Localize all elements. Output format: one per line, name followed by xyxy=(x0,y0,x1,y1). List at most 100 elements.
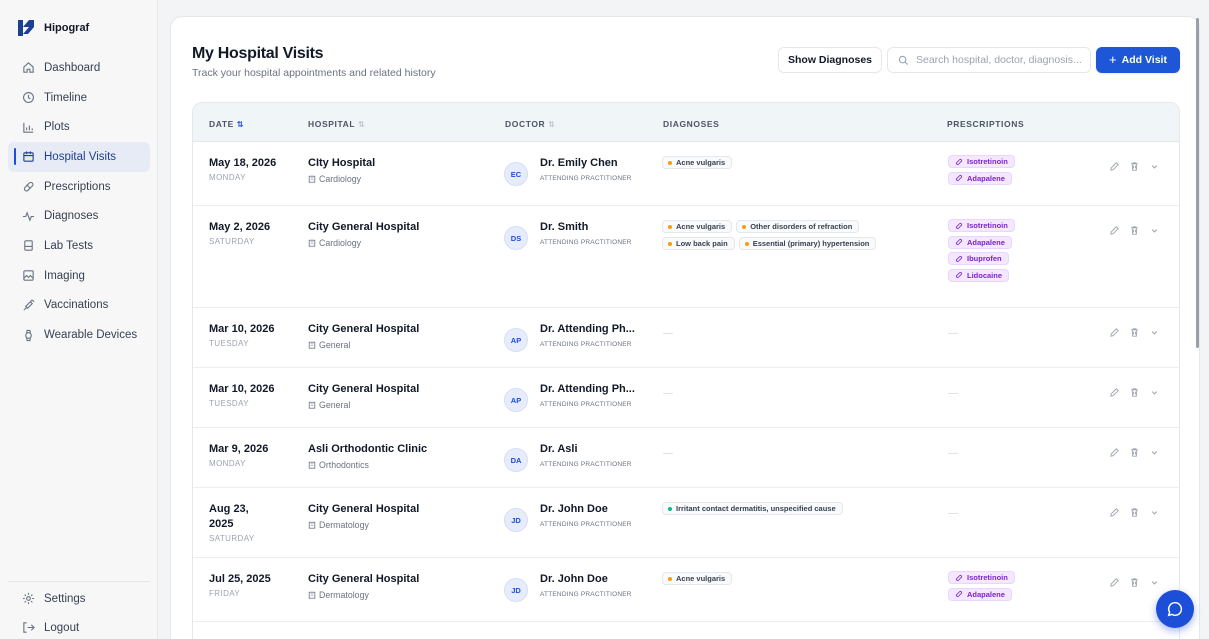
doctor-name: Dr. Emily Chen xyxy=(540,157,618,169)
sidebar-item-diagnoses[interactable]: Diagnoses xyxy=(8,201,150,231)
table-row[interactable]: Jul 25, 2025 FRIDAY City General Hospital… xyxy=(193,558,1179,622)
prescription-chip[interactable]: Adapalene xyxy=(948,235,1012,249)
doctor-name: Dr. John Doe xyxy=(540,573,608,585)
page-title: My Hospital Visits xyxy=(192,45,324,62)
row-actions xyxy=(1109,225,1160,236)
edit-icon[interactable] xyxy=(1109,225,1120,236)
sidebar-item-hospital-visits[interactable]: Hospital Visits xyxy=(8,142,150,172)
sidebar-item-label: Settings xyxy=(44,592,86,605)
doctor-role: ATTENDING PRACTITIONER xyxy=(540,591,632,598)
department: General xyxy=(319,340,351,350)
prescription-chip[interactable]: Isotretinoin xyxy=(948,219,1015,232)
chat-button[interactable] xyxy=(1156,590,1194,628)
search-input[interactable] xyxy=(916,54,1086,66)
doctor-name: Dr. Asli xyxy=(540,443,578,455)
trash-icon[interactable] xyxy=(1129,507,1140,518)
brand[interactable]: Hipograf xyxy=(16,18,89,38)
status-dot xyxy=(668,160,672,165)
empty-prescriptions: — xyxy=(948,328,958,339)
table-row[interactable]: May 18, 2026 MONDAY CIty Hospital Cardiolo… xyxy=(193,142,1179,206)
doctor-role: ATTENDING PRACTITIONER xyxy=(540,521,632,528)
doctor-role: ATTENDING PRACTITIONER xyxy=(540,401,632,408)
chevron-down-icon[interactable] xyxy=(1149,577,1160,588)
edit-icon[interactable] xyxy=(1109,387,1120,398)
sidebar-item-vaccinations[interactable]: Vaccinations xyxy=(8,291,150,321)
sidebar-item-lab-tests[interactable]: Lab Tests xyxy=(8,231,150,261)
table-row[interactable]: Mar 10, 2026 TUESDAY City General Hospita… xyxy=(193,368,1179,428)
visit-date: Jul 25, 2025 xyxy=(209,573,271,585)
diagnoses-list: Acne vulgaris xyxy=(662,572,932,585)
prescription-chip[interactable]: Lidocaine xyxy=(948,268,1010,282)
sidebar-item-dashboard[interactable]: Dashboard xyxy=(8,53,150,83)
prescription-chip[interactable]: Adapalene xyxy=(948,171,1012,185)
table-row[interactable]: Aug 23, 2025 SATURDAY City General Hospit… xyxy=(193,488,1179,558)
sidebar-item-imaging[interactable]: Imaging xyxy=(8,261,150,291)
sidebar-item-label: Dashboard xyxy=(44,61,101,74)
diagnosis-chip[interactable]: Other disorders of refraction xyxy=(736,220,860,233)
table-row[interactable]: Mar 10, 2026 TUESDAY City General Hospita… xyxy=(193,308,1179,368)
sidebar: Hipograf Dashboard Timeline Plots Hospit… xyxy=(0,0,158,639)
sidebar-item-label: Vaccinations xyxy=(44,299,109,312)
diagnosis-chip[interactable]: Acne vulgaris xyxy=(662,572,733,585)
trash-icon[interactable] xyxy=(1129,225,1140,236)
visit-weekday: MONDAY xyxy=(209,459,246,468)
search-icon xyxy=(898,55,909,65)
visit-date: May 2, 2026 xyxy=(209,221,271,233)
sidebar-item-wearable-devices[interactable]: Wearable Devices xyxy=(8,320,150,350)
sidebar-item-label: Hospital Visits xyxy=(44,150,117,163)
row-actions xyxy=(1109,161,1160,172)
scrollbar[interactable] xyxy=(1196,18,1199,348)
sidebar-item-logout[interactable]: Logout xyxy=(8,613,150,639)
prescription-chip[interactable]: Adapalene xyxy=(948,587,1012,601)
chevron-down-icon[interactable] xyxy=(1149,507,1160,518)
diagnoses-list: Acne vulgaris xyxy=(662,156,932,169)
trash-icon[interactable] xyxy=(1129,161,1140,172)
prescription-chip[interactable]: Isotretinoin xyxy=(948,155,1015,168)
sidebar-nav: Dashboard Timeline Plots Hospital Visits… xyxy=(8,53,150,350)
chevron-down-icon[interactable] xyxy=(1149,161,1160,172)
search-box[interactable] xyxy=(887,47,1091,73)
sidebar-item-prescriptions[interactable]: Prescriptions xyxy=(8,172,150,202)
pill-icon xyxy=(955,574,963,581)
building-icon xyxy=(308,239,316,247)
trash-icon[interactable] xyxy=(1129,387,1140,398)
chevron-down-icon[interactable] xyxy=(1149,327,1160,338)
show-diagnoses-button[interactable]: Show Diagnoses xyxy=(778,47,882,73)
chevron-down-icon[interactable] xyxy=(1149,387,1160,398)
sidebar-item-plots[interactable]: Plots xyxy=(8,112,150,142)
prescription-chip[interactable]: Isotretinoin xyxy=(948,571,1015,584)
prescription-chip[interactable]: Ibuprofen xyxy=(948,252,1009,265)
pill-icon xyxy=(955,222,963,229)
table-row[interactable]: May 2, 2026 SATURDAY City General Hospita… xyxy=(193,206,1179,308)
sidebar-item-settings[interactable]: Settings xyxy=(8,584,150,613)
trash-icon[interactable] xyxy=(1129,577,1140,588)
diagnosis-chip[interactable]: Low back pain xyxy=(662,237,735,250)
column-header-hospital[interactable]: HOSPITAL ⇅ xyxy=(308,119,365,129)
edit-icon[interactable] xyxy=(1109,447,1120,458)
diagnosis-chip[interactable]: Acne vulgaris xyxy=(662,220,733,233)
row-actions xyxy=(1109,577,1160,588)
sidebar-item-label: Prescriptions xyxy=(44,180,111,193)
edit-icon[interactable] xyxy=(1109,327,1120,338)
diagnosis-chip[interactable]: Essential (primary) hypertension xyxy=(738,237,877,250)
trash-icon[interactable] xyxy=(1129,447,1140,458)
diagnosis-chip[interactable]: Irritant contact dermatitis, unspecified… xyxy=(662,502,843,515)
sort-icon: ⇅ xyxy=(236,119,245,129)
prescriptions-list: Isotretinoin Adapalene Ibuprofen Lidocai… xyxy=(948,219,1068,282)
add-visit-button[interactable]: + Add Visit xyxy=(1096,47,1180,73)
trash-icon[interactable] xyxy=(1129,327,1140,338)
department: Cardiology xyxy=(319,238,362,248)
chevron-down-icon[interactable] xyxy=(1149,225,1160,236)
edit-icon[interactable] xyxy=(1109,161,1120,172)
edit-icon[interactable] xyxy=(1109,577,1120,588)
sidebar-item-timeline[interactable]: Timeline xyxy=(8,83,150,113)
building-icon xyxy=(308,591,316,599)
row-actions xyxy=(1109,507,1160,518)
hospital-name: City General Hospital xyxy=(308,383,420,395)
diagnosis-chip[interactable]: Acne vulgaris xyxy=(662,156,733,169)
column-header-doctor[interactable]: DOCTOR ⇅ xyxy=(505,119,556,129)
table-row[interactable]: Mar 9, 2026 MONDAY Asli Orthodontic Clini… xyxy=(193,428,1179,488)
edit-icon[interactable] xyxy=(1109,507,1120,518)
column-header-date[interactable]: DATE ⇅ xyxy=(209,119,244,129)
chevron-down-icon[interactable] xyxy=(1149,447,1160,458)
